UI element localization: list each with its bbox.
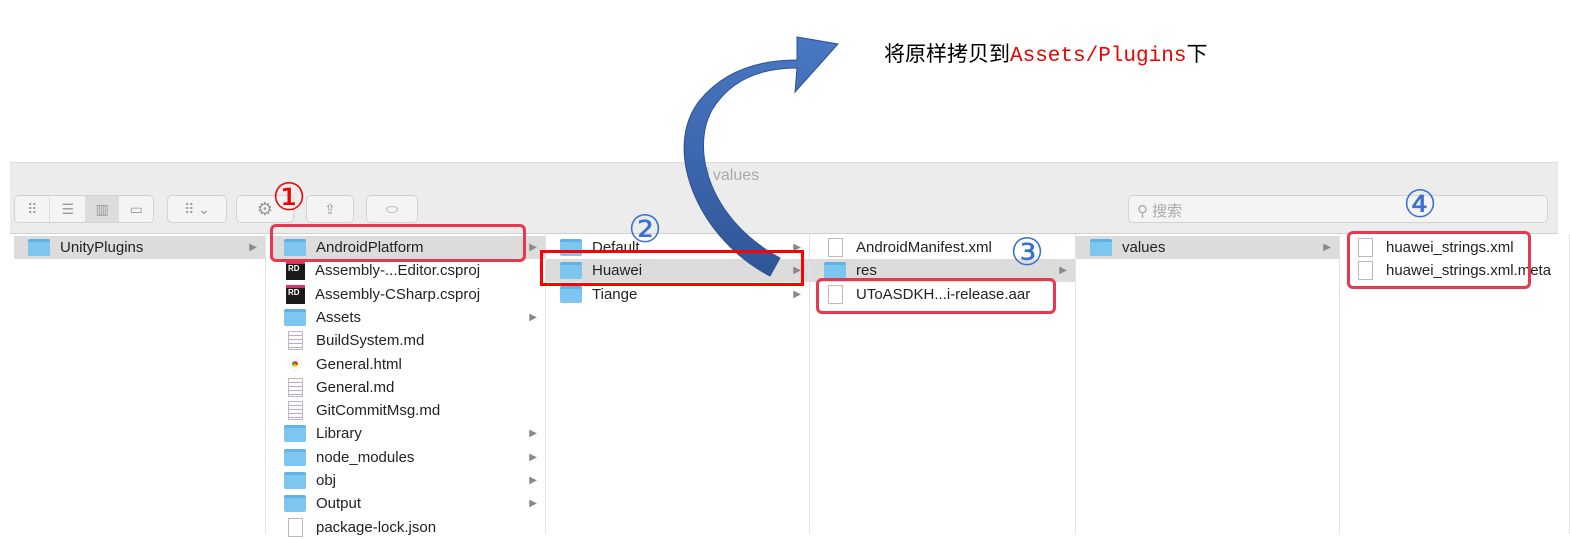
marker-4: ④ xyxy=(1403,182,1438,226)
highlight-3 xyxy=(816,278,1056,314)
highlight-1 xyxy=(270,224,526,262)
marker-3: ③ xyxy=(1010,230,1045,274)
marker-1: ① xyxy=(272,175,307,219)
curved-arrow-icon xyxy=(683,36,839,277)
highlight-4 xyxy=(1347,231,1531,289)
marker-2: ② xyxy=(628,207,663,251)
highlight-2 xyxy=(540,250,804,286)
